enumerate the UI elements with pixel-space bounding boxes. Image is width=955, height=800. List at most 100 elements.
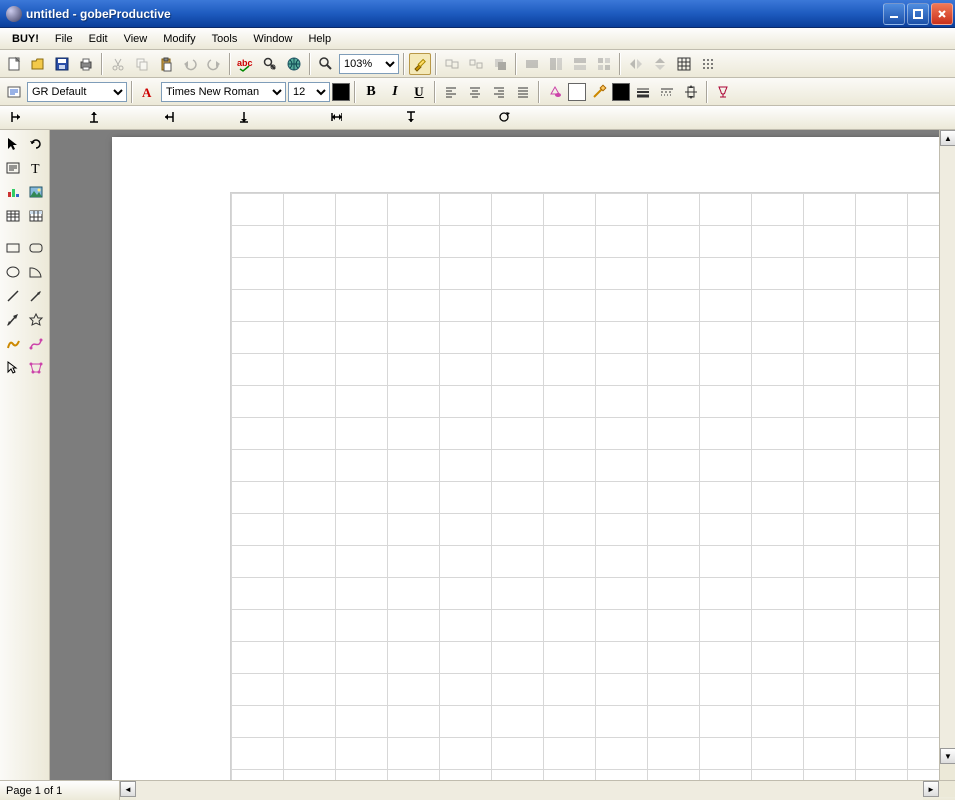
- font-size-select[interactable]: 12: [288, 82, 330, 102]
- paste-button[interactable]: [155, 53, 177, 75]
- arrange-3-icon[interactable]: [569, 53, 591, 75]
- bring-front-icon[interactable]: [489, 53, 511, 75]
- minimize-button[interactable]: [883, 3, 905, 25]
- line-tool[interactable]: [2, 285, 24, 307]
- line-dash-button[interactable]: [656, 81, 678, 103]
- bold-button[interactable]: B: [360, 81, 382, 103]
- fill-color-button[interactable]: [544, 81, 566, 103]
- freehand-tool[interactable]: [2, 333, 24, 355]
- arrange-2-icon[interactable]: [545, 53, 567, 75]
- tab-right-icon[interactable]: [163, 109, 175, 125]
- flip-h-icon[interactable]: [625, 53, 647, 75]
- pointer-tool[interactable]: [2, 133, 24, 155]
- goblet-icon[interactable]: [712, 81, 734, 103]
- tab-refresh-icon[interactable]: [498, 109, 510, 125]
- undo-button[interactable]: [179, 53, 201, 75]
- maximize-button[interactable]: [907, 3, 929, 25]
- find-button[interactable]: [259, 53, 281, 75]
- menu-file[interactable]: File: [47, 31, 81, 47]
- spreadsheet-grid[interactable]: [230, 192, 939, 780]
- link-button[interactable]: [283, 53, 305, 75]
- text-frame-tool[interactable]: [2, 157, 24, 179]
- align-left-button[interactable]: [440, 81, 462, 103]
- arc-tool[interactable]: [26, 261, 48, 283]
- text-tool[interactable]: T: [26, 157, 48, 179]
- scroll-track[interactable]: [136, 781, 923, 800]
- table-tool[interactable]: [2, 205, 24, 227]
- style-select[interactable]: GR Default: [27, 82, 127, 102]
- scroll-left-button[interactable]: ◄: [120, 781, 136, 797]
- menu-edit[interactable]: Edit: [81, 31, 116, 47]
- redo-button[interactable]: [203, 53, 225, 75]
- zoom-select[interactable]: 103%: [339, 54, 399, 74]
- menu-tools[interactable]: Tools: [204, 31, 246, 47]
- vertical-scrollbar[interactable]: ▲ ▼: [939, 130, 955, 780]
- rounded-rect-tool[interactable]: [26, 237, 48, 259]
- horizontal-ruler[interactable]: [0, 106, 955, 130]
- scroll-track[interactable]: [940, 146, 955, 748]
- rectangle-tool[interactable]: [2, 237, 24, 259]
- line-color-button[interactable]: [588, 81, 610, 103]
- font-color-swatch[interactable]: [332, 83, 350, 101]
- ungroup-button[interactable]: [465, 53, 487, 75]
- text-wrap-button[interactable]: [680, 81, 702, 103]
- arrange-4-icon[interactable]: [593, 53, 615, 75]
- group-button[interactable]: [441, 53, 463, 75]
- flip-v-icon[interactable]: [649, 53, 671, 75]
- snap-grid-icon[interactable]: [697, 53, 719, 75]
- tab-bar-icon[interactable]: [330, 109, 342, 125]
- arrow-tool[interactable]: [26, 285, 48, 307]
- menu-modify[interactable]: Modify: [155, 31, 203, 47]
- ellipse-tool[interactable]: [2, 261, 24, 283]
- font-select[interactable]: Times New Roman: [161, 82, 286, 102]
- image-tool[interactable]: [26, 181, 48, 203]
- save-button[interactable]: [51, 53, 73, 75]
- standard-toolbar: abc 103%: [0, 50, 955, 78]
- tab-center-icon[interactable]: [88, 109, 100, 125]
- menu-view[interactable]: View: [116, 31, 156, 47]
- bezier-tool[interactable]: [26, 333, 48, 355]
- rotate-tool[interactable]: [26, 133, 48, 155]
- fill-color-swatch[interactable]: [568, 83, 586, 101]
- node-select-tool[interactable]: [2, 357, 24, 379]
- menu-window[interactable]: Window: [245, 31, 300, 47]
- line-style-button[interactable]: [632, 81, 654, 103]
- align-justify-button[interactable]: [512, 81, 534, 103]
- tab-decimal-icon[interactable]: [238, 109, 250, 125]
- open-button[interactable]: [27, 53, 49, 75]
- paragraph-style-icon[interactable]: [3, 81, 25, 103]
- line-color-swatch[interactable]: [612, 83, 630, 101]
- star-tool[interactable]: [26, 309, 48, 331]
- arrange-1-icon[interactable]: [521, 53, 543, 75]
- polygon-tool[interactable]: [2, 309, 24, 331]
- close-button[interactable]: [931, 3, 953, 25]
- cut-button[interactable]: [107, 53, 129, 75]
- italic-button[interactable]: I: [384, 81, 406, 103]
- horizontal-scrollbar[interactable]: ◄ ►: [120, 781, 939, 800]
- scroll-right-button[interactable]: ►: [923, 781, 939, 797]
- menu-help[interactable]: Help: [300, 31, 339, 47]
- shape-edit-tool[interactable]: [26, 357, 48, 379]
- tab-left-icon[interactable]: [10, 109, 22, 125]
- font-icon[interactable]: A: [137, 81, 159, 103]
- scroll-down-button[interactable]: ▼: [940, 748, 955, 764]
- copy-button[interactable]: [131, 53, 153, 75]
- spellcheck-button[interactable]: abc: [235, 53, 257, 75]
- align-right-button[interactable]: [488, 81, 510, 103]
- tab-indent-icon[interactable]: [405, 109, 417, 125]
- scroll-up-button[interactable]: ▲: [940, 130, 955, 146]
- new-button[interactable]: [3, 53, 25, 75]
- window-titlebar: untitled - gobeProductive: [0, 0, 955, 28]
- zoom-button[interactable]: [315, 53, 337, 75]
- spreadsheet-tool[interactable]: [26, 205, 48, 227]
- document-viewport[interactable]: [50, 130, 939, 780]
- chart-tool[interactable]: [2, 181, 24, 203]
- menu-buy[interactable]: BUY!: [4, 31, 47, 47]
- align-center-button[interactable]: [464, 81, 486, 103]
- resize-grip[interactable]: [939, 781, 955, 797]
- page[interactable]: [112, 137, 939, 780]
- print-button[interactable]: [75, 53, 97, 75]
- underline-button[interactable]: U: [408, 81, 430, 103]
- grid-button[interactable]: [673, 53, 695, 75]
- highlight-button[interactable]: [409, 53, 431, 75]
